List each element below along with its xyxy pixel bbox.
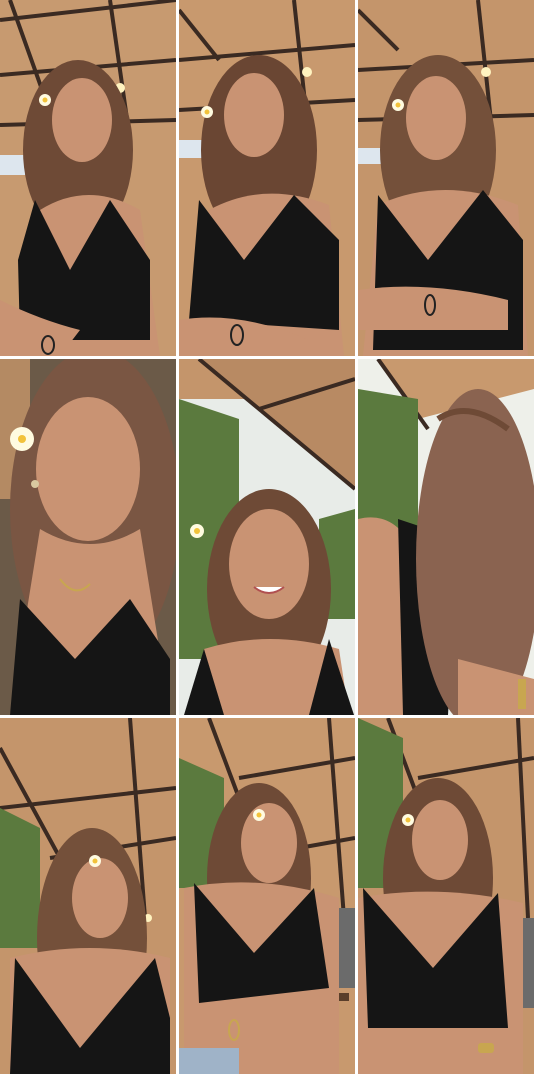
photo-8 [179, 718, 355, 1074]
photo-6 [358, 359, 534, 715]
photo-9 [358, 718, 534, 1074]
photo-7 [0, 718, 176, 1074]
photo-tile-3 [358, 0, 534, 356]
photo-2 [179, 0, 355, 356]
photo-4 [0, 359, 176, 715]
photo-1 [0, 0, 176, 356]
photo-tile-9 [358, 718, 534, 1074]
photo-collage-grid [0, 0, 535, 1075]
photo-tile-5 [179, 359, 355, 715]
photo-tile-6 [358, 359, 534, 715]
photo-tile-7 [0, 718, 176, 1074]
photo-5 [179, 359, 355, 715]
photo-tile-2 [179, 0, 355, 356]
photo-tile-4 [0, 359, 176, 715]
photo-3 [358, 0, 534, 356]
photo-tile-8 [179, 718, 355, 1074]
photo-tile-1 [0, 0, 176, 356]
